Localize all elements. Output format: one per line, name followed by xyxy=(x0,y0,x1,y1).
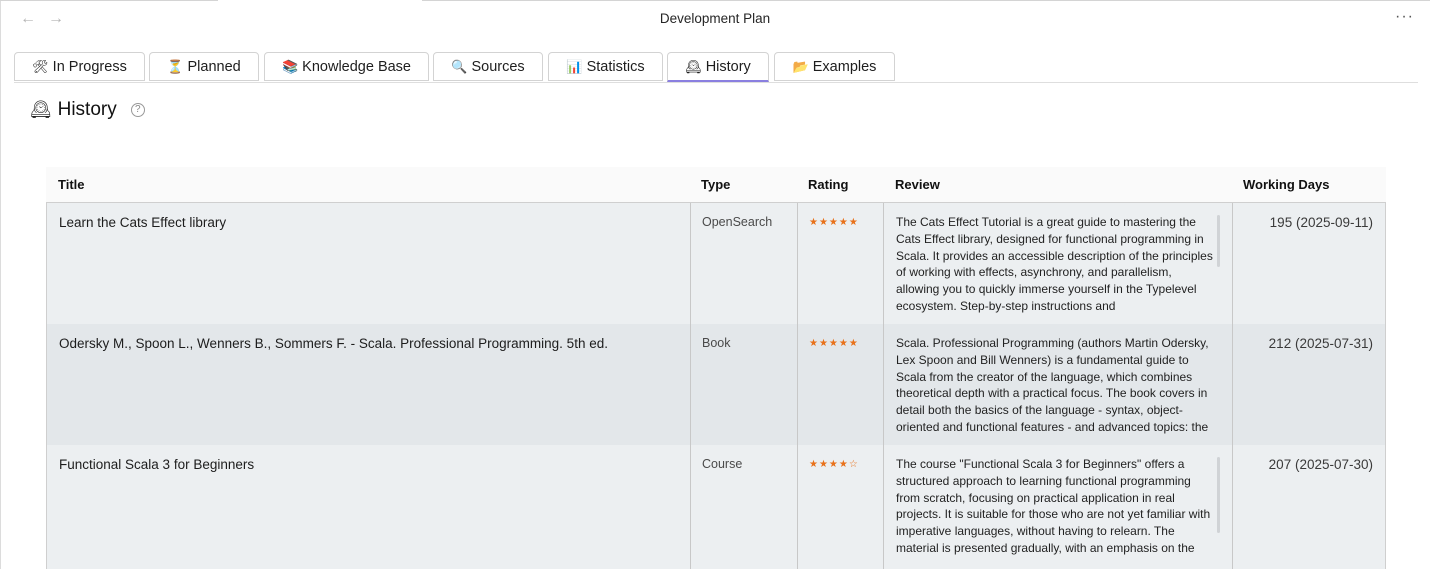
tab-knowledge-base[interactable]: 📚 Knowledge Base xyxy=(264,52,429,81)
column-header-rating[interactable]: Rating xyxy=(808,177,848,192)
help-icon[interactable]: ? xyxy=(130,103,145,117)
star-rating: ★★★★★ xyxy=(809,217,859,228)
tab-bar-divider xyxy=(14,82,1418,83)
title-bar: ← → Development Plan ··· xyxy=(0,0,1430,40)
star-rating: ★★★★☆ xyxy=(809,459,859,470)
window-title: Development Plan xyxy=(659,11,771,26)
tab-label: Knowledge Base xyxy=(302,58,411,75)
table-row[interactable]: Learn the Cats Effect library OpenSearch… xyxy=(46,203,1386,324)
tab-label: Planned xyxy=(187,58,241,75)
window-border xyxy=(0,0,1,569)
tab-label: Examples xyxy=(812,58,877,75)
row-review: Scala. Professional Programming (authors… xyxy=(896,336,1209,434)
clock-icon: 🕰 xyxy=(685,58,702,74)
star-rating: ★★★★★ xyxy=(809,338,859,349)
page-title-text: History xyxy=(57,99,117,120)
hourglass-icon: ⏳ xyxy=(167,58,184,74)
page-title: 🕰 History ? xyxy=(30,99,145,121)
table-header: Title Type Rating Review Working Days xyxy=(46,167,1386,203)
tab-in-progress[interactable]: 🛠 In Progress xyxy=(14,52,145,81)
magnifier-icon: 🔍 xyxy=(451,58,468,74)
row-working-days: 212 (2025-07-31) xyxy=(1268,336,1373,351)
tab-label: Sources xyxy=(471,58,525,75)
table-row[interactable]: Functional Scala 3 for Beginners Course … xyxy=(46,445,1386,569)
bar-chart-icon: 📊 xyxy=(566,58,583,74)
history-table: Title Type Rating Review Working Days Le… xyxy=(46,167,1386,569)
review-scrollbar[interactable] xyxy=(1217,215,1220,267)
tab-examples[interactable]: 📂 Examples xyxy=(774,52,895,81)
clock-icon: 🕰 xyxy=(30,100,52,119)
tab-label: History xyxy=(705,58,751,75)
column-header-review[interactable]: Review xyxy=(895,177,940,192)
column-header-title[interactable]: Title xyxy=(58,177,85,192)
tab-sources[interactable]: 🔍 Sources xyxy=(433,52,543,81)
row-working-days: 207 (2025-07-30) xyxy=(1268,457,1373,472)
row-type: OpenSearch xyxy=(702,215,773,229)
folder-icon: 📂 xyxy=(792,58,809,74)
tab-planned[interactable]: ⏳ Planned xyxy=(149,52,259,81)
row-type: Course xyxy=(702,457,743,471)
row-review: The Cats Effect Tutorial is a great guid… xyxy=(896,215,1213,313)
row-working-days: 195 (2025-09-11) xyxy=(1269,215,1373,230)
row-title: Functional Scala 3 for Beginners xyxy=(59,457,255,472)
column-header-working-days[interactable]: Working Days xyxy=(1243,177,1329,192)
books-icon: 📚 xyxy=(281,58,299,74)
tab-label: In Progress xyxy=(52,58,127,75)
review-scrollbar[interactable] xyxy=(1217,457,1220,533)
row-title: Learn the Cats Effect library xyxy=(59,215,227,230)
more-options-icon[interactable]: ··· xyxy=(1395,8,1414,26)
tab-statistics[interactable]: 📊 Statistics xyxy=(548,52,663,81)
tab-history[interactable]: 🕰 History xyxy=(667,52,769,82)
tools-icon: 🛠 xyxy=(32,58,49,74)
column-header-type[interactable]: Type xyxy=(701,177,730,192)
row-type: Book xyxy=(702,336,731,350)
row-title: Odersky M., Spoon L., Wenners B., Sommer… xyxy=(59,336,608,351)
row-review: The course "Functional Scala 3 for Begin… xyxy=(896,457,1211,555)
tab-label: Statistics xyxy=(586,58,645,75)
table-row[interactable]: Odersky M., Spoon L., Wenners B., Sommer… xyxy=(46,324,1386,445)
